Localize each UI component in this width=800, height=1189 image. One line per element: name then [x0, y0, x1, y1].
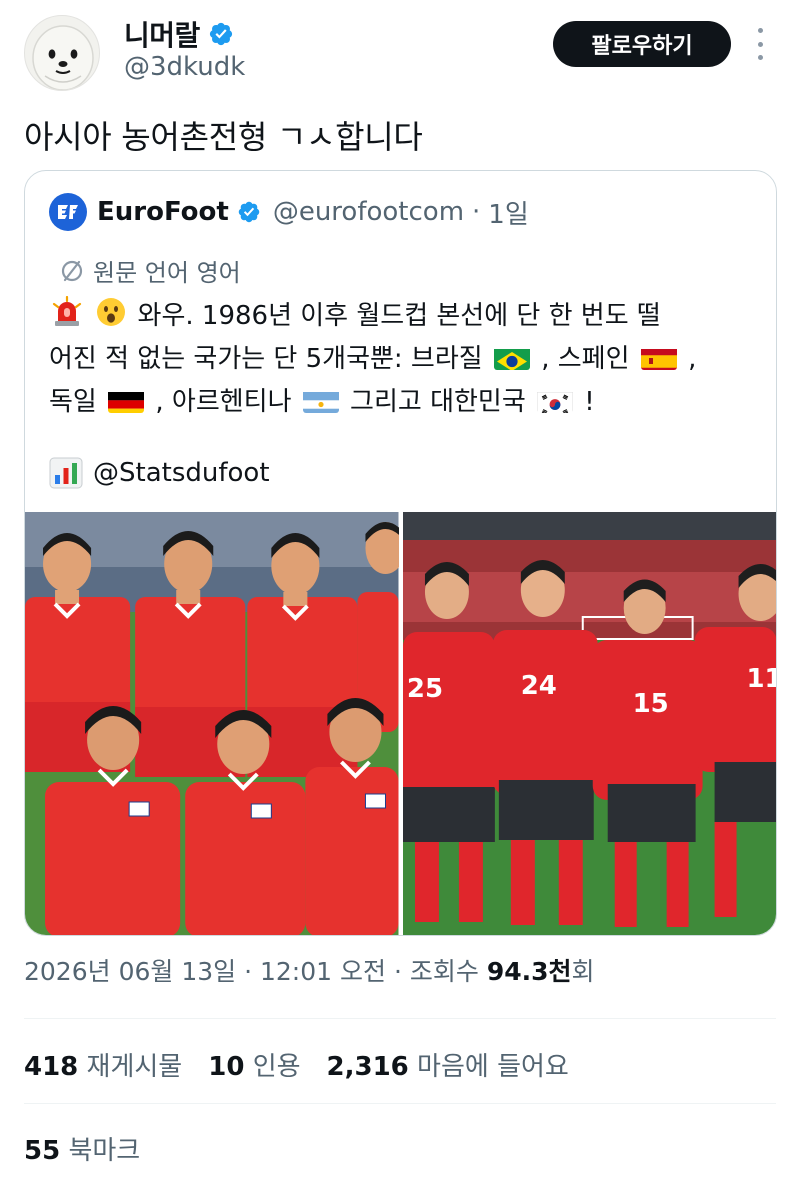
- bookmarks-label: 북마크: [68, 1136, 141, 1166]
- divider: [24, 1103, 776, 1104]
- quoted-handle[interactable]: @eurofootcom: [273, 197, 464, 227]
- quotes-count: 10: [208, 1052, 245, 1082]
- avatar[interactable]: [24, 15, 100, 91]
- quoted-text-segment: 그리고 대한민국: [350, 387, 526, 417]
- quoted-text-line-3: 독일 , 아르헨티나 그리고 대한민국 !: [49, 381, 769, 424]
- quoted-tweet-text: 와우. 1986년 이후 월드컵 본선에 단 한 번도 떨 어진 적 없는 국가…: [49, 295, 769, 424]
- quoted-tweet-card[interactable]: EuroFoot @eurofootcom · 1일 원문 언어 영어 와우. …: [24, 170, 777, 936]
- user-handle[interactable]: @3dkudk: [124, 52, 245, 82]
- mention-link[interactable]: @Statsdufoot: [93, 458, 270, 488]
- quoted-text-segment: !: [584, 387, 595, 417]
- quoted-timestamp[interactable]: 1일: [488, 194, 528, 231]
- quoted-text-segment: , 스페인: [541, 344, 630, 374]
- bookmarks-stat[interactable]: 55 북마크: [24, 1130, 140, 1167]
- verified-badge-icon: [238, 201, 260, 223]
- quoted-text-line-1: 와우. 1986년 이후 월드컵 본선에 단 한 번도 떨: [49, 295, 769, 338]
- quotes-stat[interactable]: 10 인용: [208, 1046, 300, 1083]
- quoted-text-segment: 어진 적 없는 국가는 단 5개국뿐: 브라질: [49, 344, 483, 374]
- modern-korea-team-photo[interactable]: 25 24 15 11: [402, 512, 776, 935]
- tweet-time[interactable]: 12:01 오전: [260, 957, 386, 986]
- likes-label: 마음에 들어요: [417, 1052, 569, 1082]
- separator-dot: ·: [244, 957, 253, 986]
- bar-chart-icon: [49, 457, 83, 489]
- translation-label: 원문 언어 영어: [93, 259, 241, 287]
- retro-korea-team-photo[interactable]: [25, 512, 399, 935]
- quoted-text-segment: ,: [688, 344, 697, 374]
- separator-dot: ·: [393, 957, 402, 986]
- bookmarks-count: 55: [24, 1136, 61, 1166]
- germany-flag-icon: [108, 388, 145, 413]
- quoted-text-line-2: 어진 적 없는 국가는 단 5개국뿐: 브라질 , 스페인 ,: [49, 338, 769, 381]
- korea-flag-icon: [537, 388, 574, 413]
- divider: [24, 1018, 776, 1019]
- tweet-text: 아시아 농어촌전형 ㄱㅅ합니다: [24, 118, 423, 156]
- argentina-flag-icon: [302, 388, 339, 413]
- views-label: 조회수: [409, 957, 479, 986]
- views-suffix: 회: [571, 957, 595, 986]
- translate-icon: [61, 260, 83, 281]
- tweet-date[interactable]: 2026년 06월 13일: [24, 957, 236, 986]
- quoted-tweet-header: EuroFoot @eurofootcom · 1일: [49, 193, 529, 231]
- display-name[interactable]: 니머랄: [124, 14, 200, 54]
- seal-face-avatar-icon: [32, 25, 94, 90]
- reposts-label: 재게시물: [86, 1052, 183, 1082]
- siren-icon: [52, 296, 82, 326]
- quoted-text-line-1-text: 와우. 1986년 이후 월드컵 본선에 단 한 번도 떨: [137, 301, 661, 331]
- tweet-meta: 2026년 06월 13일 · 12:01 오전 · 조회수 94.3천회: [24, 952, 595, 988]
- stats-mention-line: @Statsdufoot: [49, 457, 270, 489]
- more-vertical-icon[interactable]: [748, 28, 772, 60]
- jersey-number: 15: [632, 689, 668, 719]
- jersey-number: 11: [746, 664, 776, 694]
- follow-button[interactable]: 팔로우하기: [553, 21, 731, 67]
- likes-count: 2,316: [326, 1052, 409, 1082]
- jersey-number: 25: [406, 674, 442, 704]
- surprised-face-icon: [97, 298, 126, 326]
- translation-note[interactable]: 원문 언어 영어: [59, 253, 241, 288]
- quotes-label: 인용: [252, 1052, 301, 1082]
- tweet-header: 니머랄 @3dkudk 팔로우하기: [0, 0, 800, 100]
- name-row: 니머랄: [124, 14, 234, 54]
- quoted-display-name[interactable]: EuroFoot: [97, 197, 229, 227]
- reposts-stat[interactable]: 418 재게시물: [24, 1046, 182, 1083]
- eurofoot-logo-icon[interactable]: [49, 193, 87, 231]
- jersey-number: 24: [520, 671, 556, 701]
- quoted-text-segment: , 아르헨티나: [155, 387, 292, 417]
- spain-flag-icon: [640, 345, 677, 370]
- views-value: 94.3천: [486, 957, 572, 986]
- brazil-flag-icon: [493, 345, 530, 370]
- verified-badge-icon: [209, 22, 232, 46]
- likes-stat[interactable]: 2,316 마음에 들어요: [327, 1046, 569, 1083]
- reposts-count: 418: [24, 1052, 79, 1082]
- quoted-media-grid: 25 24 15 11: [25, 512, 776, 935]
- quoted-text-segment: 독일: [49, 387, 97, 417]
- separator-dot: ·: [472, 197, 481, 227]
- engagement-stats: 418 재게시물 10 인용 2,316 마음에 들어요: [24, 1046, 569, 1083]
